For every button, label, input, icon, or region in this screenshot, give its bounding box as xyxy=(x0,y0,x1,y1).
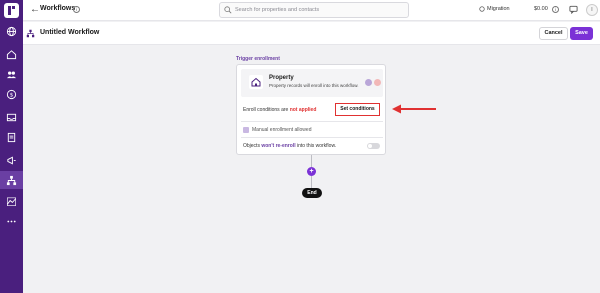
top-bar: ← Workflows i Search for properties and … xyxy=(23,0,600,21)
trigger-object-title: Property xyxy=(269,75,294,81)
globe-icon[interactable] xyxy=(0,22,23,40)
add-step-button[interactable]: + xyxy=(307,167,316,176)
divider xyxy=(241,137,383,138)
migration-icon xyxy=(479,6,485,12)
workflow-icon xyxy=(26,29,35,38)
breadcrumb[interactable]: Workflows xyxy=(40,5,75,12)
avatar[interactable]: I xyxy=(586,4,598,16)
enroll-status: not applied xyxy=(289,107,317,113)
manual-enrollment-checkbox[interactable] xyxy=(243,127,249,133)
connector-line xyxy=(311,155,312,167)
enroll-conditions-text: Enroll conditions are not applied xyxy=(243,107,317,113)
workflows-icon[interactable] xyxy=(0,171,23,189)
trigger-card[interactable]: Property Property records will enroll in… xyxy=(236,64,386,155)
info-icon[interactable]: i xyxy=(73,6,80,13)
set-conditions-button[interactable]: Set conditions xyxy=(335,103,380,116)
more-icon[interactable] xyxy=(0,212,23,230)
dollar-icon[interactable]: $ xyxy=(0,85,23,103)
search-input[interactable]: Search for properties and contacts xyxy=(219,2,409,18)
save-button[interactable]: Save xyxy=(570,27,593,40)
chat-icon[interactable] xyxy=(569,5,578,14)
trigger-object-panel[interactable]: Property Property records will enroll in… xyxy=(241,69,383,97)
back-arrow-icon[interactable]: ← xyxy=(30,4,40,15)
migration-link[interactable]: Migration xyxy=(479,6,510,12)
delete-trigger-icon[interactable] xyxy=(374,79,381,86)
manual-enrollment-label: Manual enrollment allowed xyxy=(252,127,312,133)
reenroll-toggle[interactable] xyxy=(367,143,380,149)
workflow-title-bar: Untitled Workflow Cancel Save xyxy=(23,22,600,45)
app-logo[interactable] xyxy=(4,3,19,18)
annotation-arrow-icon xyxy=(392,104,436,114)
migration-label: Migration xyxy=(487,6,510,12)
edit-trigger-icon[interactable] xyxy=(365,79,372,86)
trigger-object-desc: Property records will enroll into this w… xyxy=(269,83,359,88)
cancel-button[interactable]: Cancel xyxy=(539,27,568,40)
search-icon xyxy=(224,6,232,14)
end-node: End xyxy=(302,188,322,198)
connector-line xyxy=(311,176,312,188)
reports-icon[interactable] xyxy=(0,192,23,210)
reenroll-text: Objects won't re-enroll into this workfl… xyxy=(243,143,337,149)
page-title[interactable]: Untitled Workflow xyxy=(40,29,99,36)
credits-info-icon[interactable]: i xyxy=(552,6,559,13)
megaphone-icon[interactable] xyxy=(0,151,23,169)
trigger-section-label: Trigger enrollment xyxy=(236,56,280,62)
sidebar: $ xyxy=(0,0,23,293)
search-placeholder: Search for properties and contacts xyxy=(235,7,320,13)
credits-balance[interactable]: $0.00 xyxy=(534,6,548,12)
inbox-icon[interactable] xyxy=(0,108,23,126)
svg-text:$: $ xyxy=(10,92,14,98)
contacts-icon[interactable] xyxy=(0,65,23,83)
divider xyxy=(241,121,383,122)
document-icon[interactable] xyxy=(0,128,23,146)
property-house-icon xyxy=(249,75,263,89)
home-icon[interactable] xyxy=(0,45,23,63)
